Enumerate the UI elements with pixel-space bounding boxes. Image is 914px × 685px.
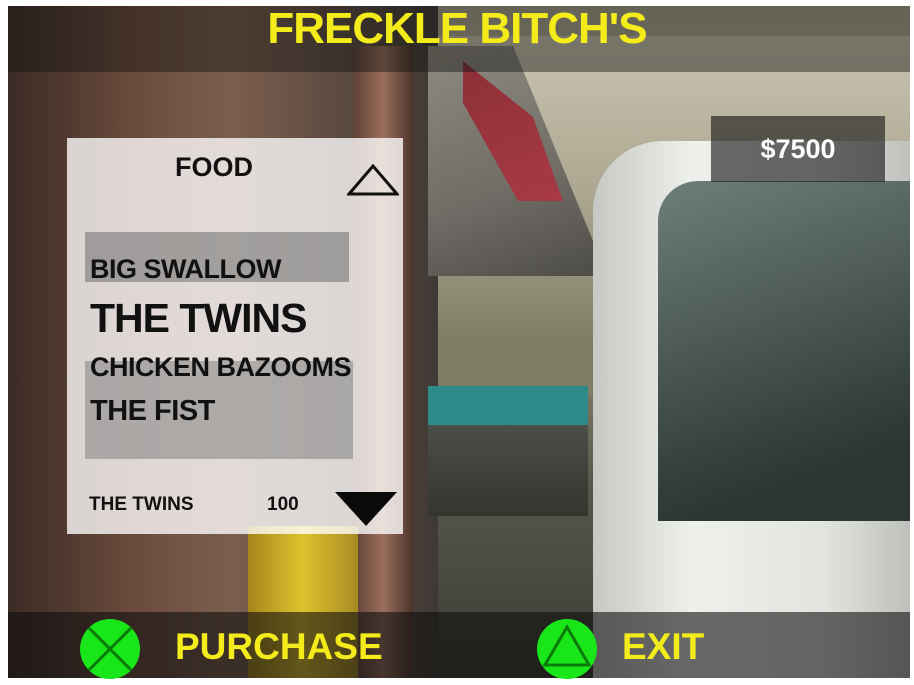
cross-button-icon[interactable] (78, 617, 142, 681)
selected-item-name: THE TWINS (89, 494, 194, 515)
menu-item-selected[interactable]: THE TWINS (90, 295, 307, 342)
menu-item[interactable]: THE FIST (90, 395, 215, 428)
money-display: $7500 (711, 116, 885, 182)
prompt-bar (8, 612, 910, 678)
storefront (428, 386, 588, 516)
shop-title: FRECKLE BITCH'S (267, 4, 647, 53)
scroll-down-arrow-icon[interactable] (333, 490, 399, 528)
menu-item[interactable]: CHICKEN BAZOOMS (90, 352, 388, 383)
truck-window (658, 181, 910, 521)
food-menu-panel: FOOD BIG SWALLOW THE TWINS CHICKEN BAZOO… (67, 138, 403, 534)
purchase-button[interactable]: PURCHASE (175, 626, 383, 668)
menu-item[interactable]: BIG SWALLOW (90, 254, 281, 285)
menu-category: FOOD (175, 152, 253, 182)
triangle-button-icon[interactable] (535, 617, 599, 681)
exit-button[interactable]: EXIT (622, 626, 704, 668)
selected-item-price: 100 (267, 494, 299, 515)
scroll-up-arrow-icon[interactable] (347, 164, 399, 196)
